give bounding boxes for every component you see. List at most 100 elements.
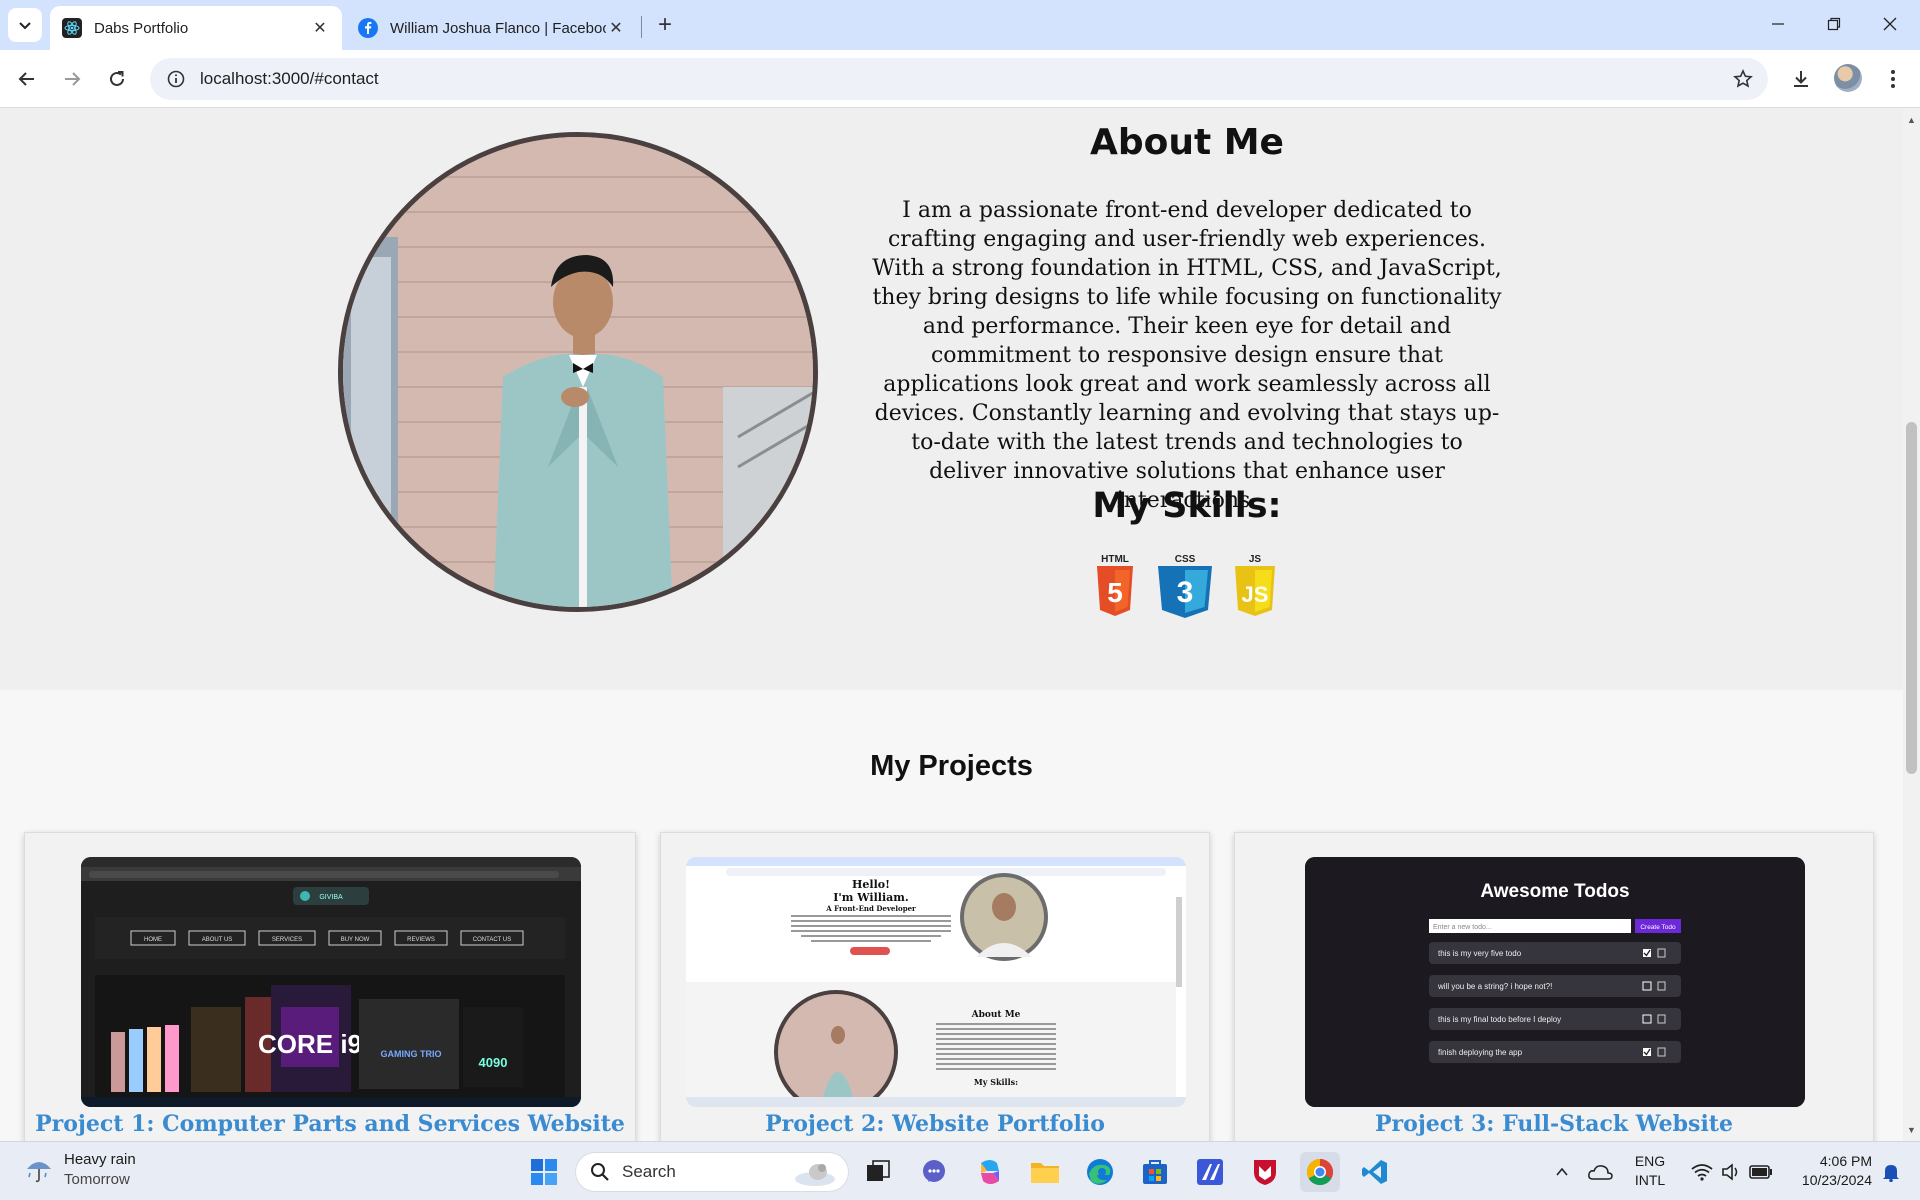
page-scrollbar[interactable]: ▲ ▼ — [1903, 108, 1920, 1141]
address-bar[interactable]: localhost:3000/#contact — [150, 58, 1768, 100]
chat-app-button[interactable] — [914, 1152, 954, 1192]
vscode-button[interactable] — [1355, 1152, 1395, 1192]
clock[interactable]: 4:06 PM 10/23/2024 — [1780, 1152, 1872, 1190]
app-button-blue[interactable] — [1190, 1152, 1230, 1192]
tab-separator — [641, 16, 642, 38]
battery-icon — [1749, 1165, 1772, 1179]
skill-css: CSS 3 — [1154, 554, 1216, 618]
weather-widget[interactable]: Heavy rain Tomorrow — [24, 1150, 136, 1190]
close-icon[interactable]: ✕ — [310, 18, 330, 38]
taskbar-search[interactable]: Search — [575, 1152, 849, 1192]
show-hidden-icons-button[interactable] — [1546, 1152, 1578, 1192]
minimize-button[interactable] — [1750, 0, 1806, 48]
nav-item-6: CONTACT US — [473, 937, 511, 943]
language-code: ENG — [1634, 1153, 1666, 1169]
vscode-icon — [1362, 1160, 1387, 1184]
copilot-icon — [981, 1160, 999, 1184]
projects-title: My Projects — [870, 750, 1033, 782]
profile-avatar[interactable] — [1834, 64, 1862, 92]
project-card-2[interactable]: Hello! I'm William. A Front-End Develope… — [660, 832, 1210, 1141]
start-button[interactable] — [524, 1152, 564, 1192]
skill-label: JS — [1248, 554, 1262, 565]
tab-dabs-portfolio[interactable]: Dabs Portfolio ✕ — [50, 6, 342, 50]
clock-time: 4:06 PM — [1819, 1153, 1872, 1169]
back-button[interactable] — [10, 62, 44, 96]
chrome-button[interactable] — [1300, 1152, 1340, 1192]
chrome-icon — [1306, 1158, 1334, 1186]
nav-item-4: BUY NOW — [341, 937, 370, 943]
tab-facebook[interactable]: William Joshua Flanco | Facebook ✕ — [346, 6, 638, 50]
todo-text: will you be a string? i hope not?! — [1437, 982, 1552, 991]
onedrive-button[interactable] — [1584, 1152, 1616, 1192]
edge-button[interactable] — [1080, 1152, 1120, 1192]
shield-icon — [1254, 1160, 1276, 1185]
thumb-hello: Hello! — [852, 878, 890, 891]
restore-button[interactable] — [1806, 0, 1862, 48]
cloud-icon — [1588, 1165, 1613, 1180]
tab-title: William Joshua Flanco | Facebook — [390, 19, 606, 37]
scroll-down-arrow[interactable]: ▼ — [1903, 1122, 1920, 1138]
windows-icon — [531, 1159, 557, 1185]
drawing-app-icon — [1197, 1159, 1223, 1185]
project-card-1[interactable]: GIVIBA HOME ABOUT US SERVICES BUY NOW RE… — [24, 832, 636, 1141]
weather-subtitle: Tomorrow — [64, 1171, 130, 1188]
project-caption[interactable]: Project 2: Website Portfolio — [661, 1111, 1209, 1137]
profile-photo — [338, 132, 818, 612]
new-tab-button[interactable]: + — [650, 10, 680, 40]
search-icon — [591, 1163, 609, 1181]
todo-text: finish deploying the app — [1438, 1048, 1523, 1057]
project-card-3[interactable]: Awesome Todos Enter a new todo... Create… — [1234, 832, 1874, 1141]
tab-search-button[interactable] — [8, 8, 42, 42]
search-label: Search — [622, 1162, 676, 1181]
search-highlight-icon — [795, 1164, 835, 1186]
browser-tab-strip: Dabs Portfolio ✕ William Joshua Flanco |… — [0, 0, 1920, 50]
close-window-button[interactable] — [1862, 0, 1918, 48]
skill-label: CSS — [1174, 554, 1196, 565]
todo-app-title: Awesome Todos — [1480, 881, 1629, 902]
create-todo-button: Create Todo — [1640, 924, 1676, 931]
skill-html: HTML 5 — [1084, 554, 1146, 618]
project-thumbnail: Awesome Todos Enter a new todo... Create… — [1305, 857, 1805, 1107]
arrow-left-icon — [18, 72, 34, 86]
store-icon — [1143, 1160, 1167, 1184]
reload-button[interactable] — [100, 62, 134, 96]
arrow-right-icon — [65, 72, 81, 86]
notifications-button[interactable] — [1874, 1152, 1908, 1192]
brand-text: GIVIBA — [319, 894, 343, 901]
forward-button[interactable] — [55, 62, 89, 96]
thumb-about: About Me — [971, 1010, 1021, 1020]
copilot-button[interactable] — [970, 1152, 1010, 1192]
antivirus-button[interactable] — [1245, 1152, 1285, 1192]
project-caption[interactable]: Project 1: Computer Parts and Services W… — [25, 1111, 635, 1137]
file-explorer-button[interactable] — [1025, 1152, 1065, 1192]
browser-menu-button[interactable] — [1876, 62, 1910, 96]
close-icon — [1883, 17, 1897, 31]
skills-title: My Skills: — [1092, 486, 1282, 526]
cpu-badge: CORE i9 — [258, 1029, 362, 1059]
bell-icon — [1883, 1165, 1899, 1182]
skill-digit: JS — [1242, 582, 1269, 607]
thumb-name: I'm William. — [833, 891, 908, 904]
nav-item-5: REVIEWS — [407, 937, 435, 943]
task-view-button[interactable] — [858, 1152, 898, 1192]
close-icon[interactable]: ✕ — [606, 18, 626, 38]
chat-icon — [923, 1160, 945, 1182]
html5-icon: 5 — [1097, 566, 1133, 616]
quick-settings-button[interactable] — [1684, 1152, 1780, 1192]
umbrella-rain-icon — [27, 1162, 51, 1183]
task-view-icon — [867, 1160, 890, 1181]
scroll-thumb[interactable] — [1906, 422, 1917, 774]
store-button[interactable] — [1135, 1152, 1175, 1192]
todo-text: this is my very five todo — [1438, 949, 1522, 958]
downloads-button[interactable] — [1784, 62, 1818, 96]
project-thumbnail: Hello! I'm William. A Front-End Develope… — [686, 857, 1186, 1107]
project-thumbnail: GIVIBA HOME ABOUT US SERVICES BUY NOW RE… — [81, 857, 581, 1107]
scroll-up-arrow[interactable]: ▲ — [1903, 112, 1920, 128]
gpu-model: 4090 — [479, 1055, 508, 1070]
site-info-icon[interactable] — [156, 59, 196, 99]
gpu-name: GAMING TRIO — [381, 1049, 442, 1059]
more-vertical-icon — [1891, 70, 1895, 88]
language-indicator[interactable]: ENG INTL — [1628, 1152, 1672, 1190]
bookmark-star-icon[interactable] — [1730, 66, 1756, 92]
project-caption[interactable]: Project 3: Full-Stack Website — [1235, 1111, 1873, 1137]
